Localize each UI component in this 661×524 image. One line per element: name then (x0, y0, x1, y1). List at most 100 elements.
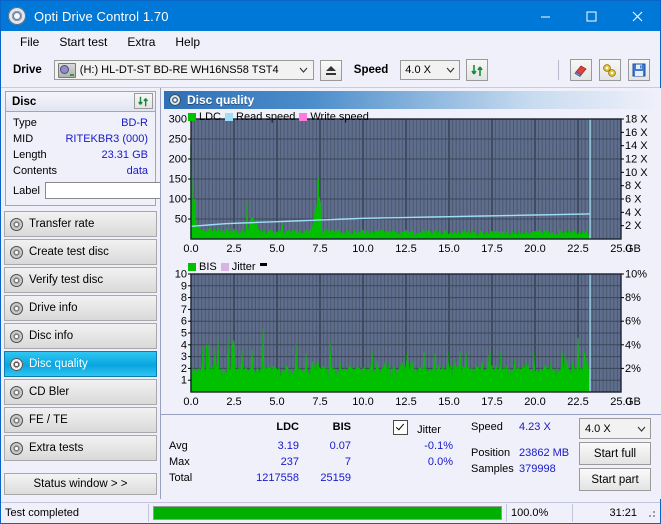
disc-icon (5, 217, 27, 231)
disc-icon (5, 329, 27, 343)
legend-swatch-read-speed (225, 113, 234, 121)
eject-button[interactable] (319, 59, 342, 81)
bis-chart-svg[interactable]: 10987654321 10% 8% 6% 4% 2% 0.0 2.5 5.0 7.5 10.0 12… (161, 260, 661, 410)
sidebar-item-cd-bler[interactable]: CD Bler (4, 379, 157, 405)
svg-text:0.0: 0.0 (183, 396, 198, 408)
svg-text:2.5: 2.5 (226, 396, 241, 408)
svg-text:6: 6 (181, 316, 187, 328)
resize-grip-icon[interactable] (645, 507, 657, 519)
start-full-button[interactable]: Start full (579, 442, 651, 465)
legend-label: Write speed (310, 111, 369, 123)
svg-text:6%: 6% (625, 316, 641, 328)
menu-item-help[interactable]: Help (165, 33, 210, 51)
maximize-icon[interactable] (568, 1, 614, 31)
nav-list: Transfer rate Create test disc Verify te… (1, 211, 160, 461)
legend-label: LDC (199, 111, 222, 123)
svg-text:20.0: 20.0 (524, 396, 545, 408)
stats-avg-ldc: 3.19 (277, 440, 299, 452)
svg-text:10.0: 10.0 (352, 396, 373, 408)
sidebar-item-label: Drive info (29, 302, 78, 314)
stats-speed-value: 4.23 X (519, 421, 551, 433)
sidebar-item-verify-test-disc[interactable]: Verify test disc (4, 267, 157, 293)
sidebar-item-label: Disc quality (29, 358, 88, 370)
window-controls (522, 1, 660, 31)
disc-row-length: Length 23.31 GB (6, 147, 155, 163)
disc-row-value: data (126, 165, 148, 177)
svg-text:50: 50 (175, 214, 187, 226)
svg-text:100: 100 (169, 194, 187, 206)
disc-row-value: RITEKBR3 (000) (65, 133, 148, 145)
bis-chart: BIS Jitter 10 9 8 7 6 5 4 3 2 1 10% 8% 6% 4% 2% 0.0 2.5 5… (161, 260, 661, 413)
stats-position-label: Position (471, 447, 511, 459)
sidebar-item-transfer-rate[interactable]: Transfer rate (4, 211, 157, 237)
main-body: Disc Type BD-R MID RITEKBR3 (000) Length… (1, 88, 661, 499)
minimize-icon[interactable] (522, 1, 568, 31)
sidebar-item-fe-te[interactable]: FE / TE (4, 407, 157, 433)
disc-row-key: Type (13, 117, 37, 129)
svg-text:7.5: 7.5 (312, 243, 327, 255)
disc-icon (5, 413, 27, 427)
svg-text:10 X: 10 X (625, 167, 648, 179)
svg-text:10%: 10% (625, 269, 647, 281)
erase-button[interactable] (570, 59, 592, 81)
stats-max-bis: 7 (344, 456, 351, 468)
svg-text:15.0: 15.0 (438, 243, 459, 255)
sidebar-item-create-test-disc[interactable]: Create test disc (4, 239, 157, 265)
tools-button[interactable] (599, 59, 621, 81)
result-speed-select[interactable]: 4.0 X (579, 418, 651, 439)
svg-text:GB: GB (625, 243, 641, 255)
svg-text:2 X: 2 X (625, 220, 642, 232)
stats-panel: LDC BIS Avg 3.19 0.07 -0.1% Max 237 7 0.… (161, 414, 661, 499)
ldc-chart-svg[interactable]: 300 250 200 150 100 50 18 X16 X14 X 12 X10 X8 X… (161, 109, 661, 257)
svg-text:4: 4 (181, 339, 187, 351)
svg-text:0.0: 0.0 (183, 243, 198, 255)
drive-select[interactable]: (H:) HL-DT-ST BD-RE WH16NS58 TST4 (53, 60, 314, 80)
menu-bar: File Start test Extra Help (1, 31, 660, 53)
stats-total-bis: 25159 (320, 472, 351, 484)
status-message: Test completed (1, 504, 149, 522)
svg-text:16 X: 16 X (625, 127, 648, 139)
speed-select[interactable]: 4.0 X (400, 60, 461, 80)
speed-label: Speed (353, 64, 389, 76)
save-button[interactable] (628, 59, 650, 81)
start-part-button[interactable]: Start part (579, 468, 651, 491)
svg-text:8%: 8% (625, 292, 641, 304)
svg-text:10.0: 10.0 (352, 243, 373, 255)
legend-label: BIS (199, 261, 217, 273)
disc-icon (5, 273, 27, 287)
stats-samples-label: Samples (471, 463, 514, 475)
legend-item-ldc: LDC (188, 111, 221, 123)
svg-text:6 X: 6 X (625, 194, 642, 206)
jitter-checkbox-group[interactable]: Jitter (393, 420, 441, 436)
svg-text:7: 7 (181, 304, 187, 316)
chevron-down-icon (295, 67, 313, 73)
sidebar-item-extra-tests[interactable]: Extra tests (4, 435, 157, 461)
close-icon[interactable] (614, 1, 660, 31)
svg-text:4%: 4% (625, 339, 641, 351)
svg-text:150: 150 (169, 174, 187, 186)
app-window: Opti Drive Control 1.70 File Start test … (0, 0, 661, 524)
refresh-button[interactable] (466, 59, 489, 81)
stats-header-ldc: LDC (276, 421, 299, 433)
ldc-chart-legend: LDC Read speed Write speed (188, 111, 369, 123)
disc-icon (5, 385, 27, 399)
toolbar: Drive (H:) HL-DT-ST BD-RE WH16NS58 TST4 … (1, 53, 660, 88)
svg-text:8 X: 8 X (625, 180, 642, 192)
progress-bar (153, 506, 502, 520)
menu-item-start-test[interactable]: Start test (49, 33, 117, 51)
sidebar-item-drive-info[interactable]: Drive info (4, 295, 157, 321)
svg-text:22.5: 22.5 (567, 243, 588, 255)
sidebar-item-disc-quality[interactable]: Disc quality (4, 351, 157, 377)
menu-item-extra[interactable]: Extra (117, 33, 165, 51)
disc-row-mid: MID RITEKBR3 (000) (6, 131, 155, 147)
ldc-chart: LDC Read speed Write speed 300 250 200 150 1… (161, 109, 661, 260)
svg-text:4 X: 4 X (625, 207, 642, 219)
menu-item-file[interactable]: File (10, 33, 49, 51)
jitter-checkbox[interactable] (393, 420, 408, 435)
disc-panel: Disc Type BD-R MID RITEKBR3 (000) Length… (5, 91, 246, 206)
disc-refresh-button[interactable] (134, 93, 153, 109)
sidebar-item-disc-info[interactable]: Disc info (4, 323, 157, 349)
status-bar: Test completed 100.0% 31:21 (1, 502, 660, 523)
status-window-button[interactable]: Status window > > (4, 473, 157, 495)
disc-info-rows: Type BD-R MID RITEKBR3 (000) Length 23.3… (6, 112, 246, 205)
